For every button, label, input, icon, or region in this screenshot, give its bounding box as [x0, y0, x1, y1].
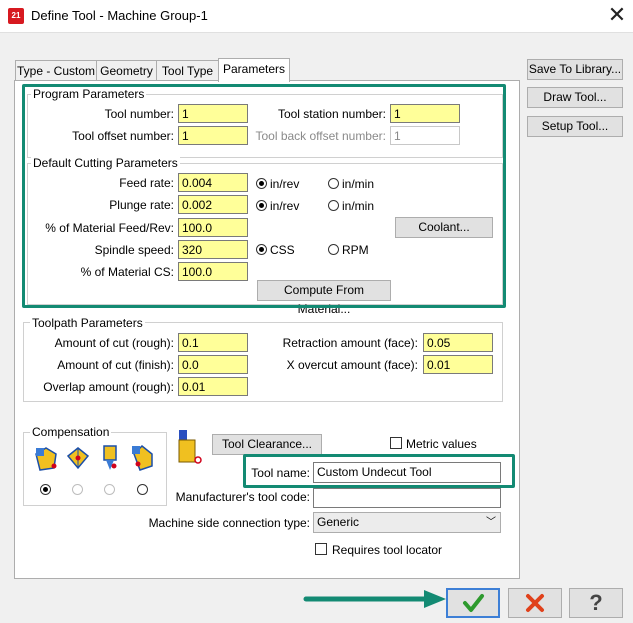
- tool-name-highlight-frame: [243, 454, 515, 488]
- compensation-radio-3[interactable]: [104, 484, 115, 495]
- machine-side-select[interactable]: Generic ﹀: [313, 512, 501, 533]
- cancel-button[interactable]: [508, 588, 562, 618]
- cross-icon: [526, 594, 544, 612]
- toolpath-parameters-title: Toolpath Parameters: [30, 316, 145, 330]
- tool-clearance-icon: [178, 430, 202, 464]
- pointer-arrow-icon: [303, 590, 446, 608]
- overlap-label: Overlap amount (rough):: [43, 380, 174, 394]
- compensation-both-icon: [132, 444, 153, 471]
- tab-parameters[interactable]: Parameters: [218, 58, 290, 82]
- machine-side-label: Machine side connection type:: [148, 516, 310, 530]
- overcut-input[interactable]: 0.01: [423, 355, 493, 374]
- compensation-radio-2[interactable]: [72, 484, 83, 495]
- compensation-icons: [35, 444, 153, 471]
- cut-finish-label: Amount of cut (finish):: [57, 358, 174, 372]
- machine-side-value: Generic: [317, 515, 360, 529]
- cut-rough-label: Amount of cut (rough):: [54, 336, 174, 350]
- tool-clearance-button[interactable]: Tool Clearance...: [212, 434, 322, 455]
- checkmark-icon: [463, 594, 484, 612]
- manufacturer-code-label: Manufacturer's tool code:: [175, 490, 310, 504]
- tab-type-custom[interactable]: Type - Custom: [15, 60, 97, 81]
- help-button[interactable]: ?: [569, 588, 623, 618]
- requires-locator-label: Requires tool locator: [332, 543, 443, 557]
- ok-button[interactable]: [446, 588, 500, 618]
- question-icon: ?: [589, 590, 603, 615]
- setup-tool-button[interactable]: Setup Tool...: [527, 116, 623, 137]
- compensation-left-icon: [35, 447, 57, 471]
- cut-finish-input[interactable]: 0.0: [178, 355, 248, 374]
- cut-rough-input[interactable]: 0.1: [178, 333, 248, 352]
- compensation-radio-1[interactable]: [40, 484, 51, 495]
- retraction-input[interactable]: 0.05: [423, 333, 493, 352]
- metric-values-checkbox[interactable]: [390, 437, 402, 449]
- compensation-right-icon: [103, 445, 117, 470]
- compensation-center-icon: [66, 447, 90, 470]
- tab-tool-type[interactable]: Tool Type: [156, 60, 219, 81]
- draw-tool-button[interactable]: Draw Tool...: [527, 87, 623, 108]
- metric-values-label: Metric values: [406, 437, 477, 451]
- window-title: Define Tool - Machine Group-1: [31, 8, 208, 23]
- parameters-highlight-frame: [22, 84, 506, 308]
- save-to-library-button[interactable]: Save To Library...: [527, 59, 623, 80]
- compensation-title: Compensation: [30, 425, 112, 439]
- app-logo-icon: 21: [8, 8, 24, 24]
- retraction-label: Retraction amount (face):: [282, 336, 418, 350]
- close-icon[interactable]: ✕: [604, 2, 630, 28]
- title-bar: 21 Define Tool - Machine Group-1 ✕: [0, 0, 633, 33]
- overcut-label: X overcut amount (face):: [286, 358, 418, 372]
- requires-locator-checkbox[interactable]: [315, 543, 327, 555]
- tab-geometry[interactable]: Geometry: [96, 60, 157, 81]
- tool-clearance-label: Tool Clearance...: [221, 437, 313, 451]
- compensation-radio-4[interactable]: [137, 484, 148, 495]
- manufacturer-code-input[interactable]: [313, 488, 501, 508]
- overlap-input[interactable]: 0.01: [178, 377, 248, 396]
- chevron-down-icon: ﹀: [486, 517, 496, 528]
